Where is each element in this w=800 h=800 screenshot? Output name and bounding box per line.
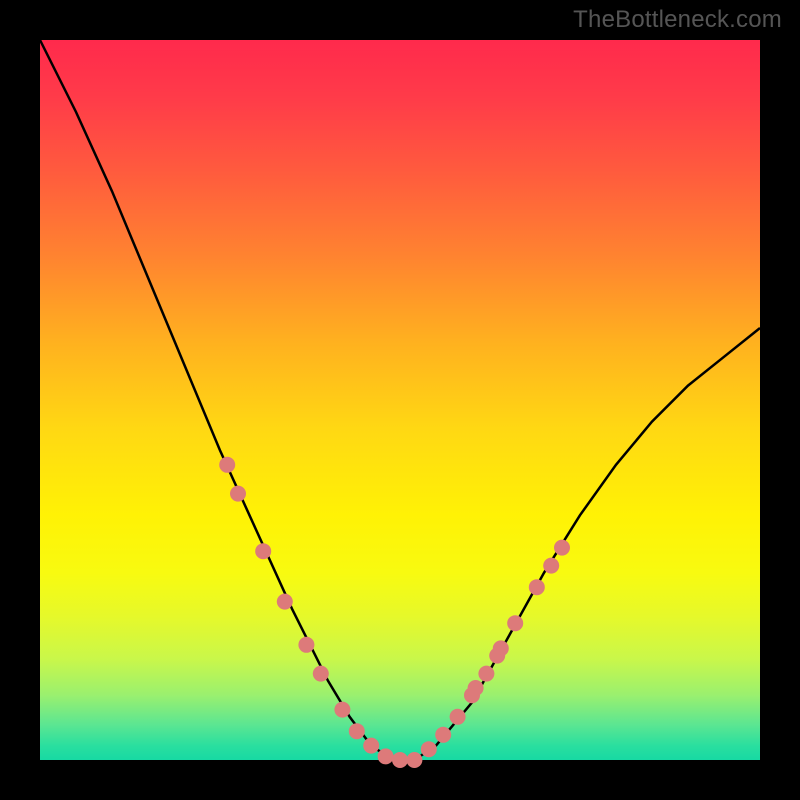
bottleneck-curve xyxy=(40,40,760,760)
curve-marker xyxy=(543,558,559,574)
curve-marker xyxy=(392,752,408,768)
curve-marker xyxy=(554,540,570,556)
curve-marker xyxy=(493,640,509,656)
curve-marker xyxy=(255,543,271,559)
curve-marker xyxy=(478,666,494,682)
curve-marker xyxy=(450,709,466,725)
chart-plot-area xyxy=(40,40,760,760)
curve-marker xyxy=(421,741,437,757)
curve-marker xyxy=(219,457,235,473)
chart-svg xyxy=(40,40,760,760)
curve-marker xyxy=(349,723,365,739)
curve-marker xyxy=(334,702,350,718)
curve-marker xyxy=(507,615,523,631)
curve-marker xyxy=(378,748,394,764)
watermark-text: TheBottleneck.com xyxy=(573,6,782,34)
curve-marker xyxy=(277,594,293,610)
curve-marker xyxy=(313,666,329,682)
curve-markers xyxy=(219,457,570,768)
curve-marker xyxy=(435,727,451,743)
curve-marker xyxy=(468,680,484,696)
curve-marker xyxy=(529,579,545,595)
curve-marker xyxy=(230,486,246,502)
curve-marker xyxy=(363,738,379,754)
curve-marker xyxy=(406,752,422,768)
curve-marker xyxy=(298,637,314,653)
